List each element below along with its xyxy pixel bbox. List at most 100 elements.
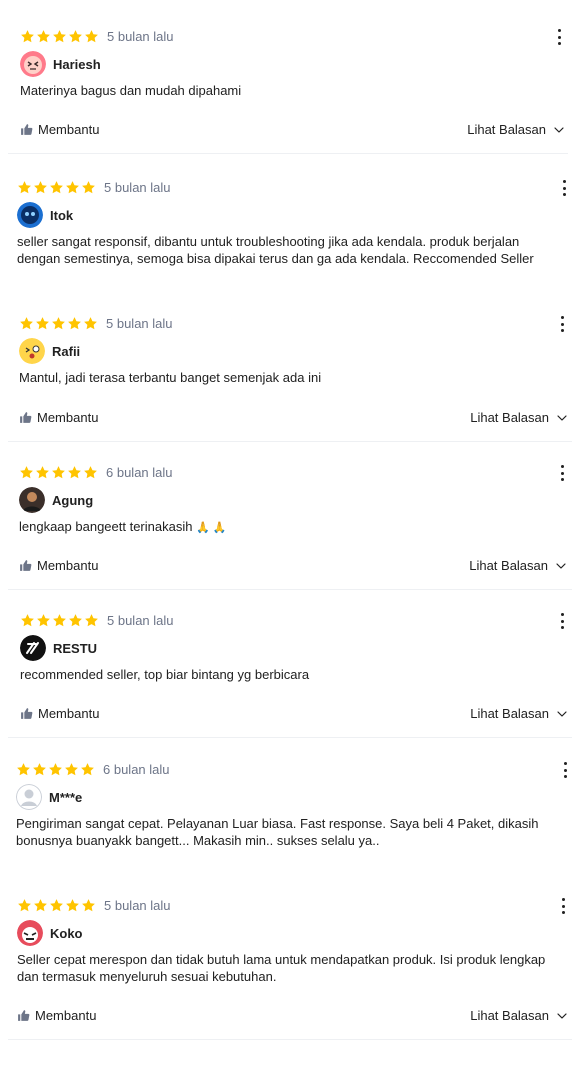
more-vertical-icon[interactable] [560, 613, 564, 629]
review-header: 5 bulan lalu [17, 898, 171, 913]
review-text: lengkaap bangeett terinakasih 🙏 🙏 [19, 518, 559, 537]
avatar [20, 51, 46, 77]
review-header: 5 bulan lalu [20, 29, 174, 44]
more-vertical-icon[interactable] [560, 465, 564, 481]
star-icon [49, 898, 64, 913]
reviewer: Koko [17, 920, 83, 946]
star-icon [67, 465, 82, 480]
review-text: Materinya bagus dan mudah dipahami [20, 83, 242, 98]
review-header: 5 bulan lalu [19, 316, 173, 331]
star-icon [84, 613, 99, 628]
divider [8, 441, 572, 442]
avatar [20, 635, 46, 661]
star-icon [84, 29, 99, 44]
star-icon [68, 29, 83, 44]
more-vertical-icon[interactable] [561, 898, 565, 914]
chevron-down-icon [553, 124, 565, 136]
reviewer: Agung [19, 487, 93, 513]
more-vertical-icon[interactable] [560, 316, 564, 332]
avatar [16, 784, 42, 810]
view-replies-button[interactable]: Lihat Balasan [470, 410, 568, 425]
helpful-button[interactable]: Membantu [17, 1008, 96, 1023]
more-vertical-icon[interactable] [562, 180, 566, 196]
thumbs-up-icon [20, 707, 33, 720]
reviewer-name: RESTU [53, 640, 98, 656]
star-icon [49, 180, 64, 195]
star-icon [81, 180, 96, 195]
helpful-label: Membantu [38, 122, 100, 137]
review-text: Pengiriman sangat cepat. Pelayanan Luar … [16, 816, 539, 848]
divider [8, 153, 568, 154]
review-header: 5 bulan lalu [20, 613, 174, 628]
star-icon [52, 29, 67, 44]
review-text: Seller cepat merespon dan tidak butuh la… [17, 952, 546, 984]
star-icon [35, 316, 50, 331]
view-replies-label: Lihat Balasan [470, 1008, 549, 1023]
thumbs-up-icon [19, 559, 32, 572]
avatar [17, 202, 43, 228]
star-icon [52, 613, 67, 628]
review-text-body: lengkaap bangeett terinakasih [19, 519, 193, 534]
star-icon [32, 762, 47, 777]
review-header: 6 bulan lalu [16, 762, 170, 777]
more-vertical-icon[interactable] [563, 762, 567, 778]
view-replies-label: Lihat Balasan [467, 122, 546, 137]
review-time: 5 bulan lalu [104, 180, 171, 195]
helpful-button[interactable]: Membantu [19, 410, 98, 425]
star-icon [64, 762, 79, 777]
reviewer: M***e [16, 784, 82, 810]
reviewer-name: Agung [52, 492, 94, 508]
thumbs-up-icon [17, 1009, 30, 1022]
chevron-down-icon [556, 412, 568, 424]
reviewer-name: Rafii [52, 343, 81, 359]
star-rating [20, 29, 99, 44]
reviewer-name: Hariesh [53, 56, 101, 72]
helpful-label: Membantu [35, 1008, 97, 1023]
star-icon [65, 180, 80, 195]
star-icon [67, 316, 82, 331]
review-time: 5 bulan lalu [107, 613, 174, 628]
star-icon [35, 465, 50, 480]
star-icon [83, 465, 98, 480]
review-text: recommended seller, top biar bintang yg … [20, 667, 310, 682]
star-rating [19, 316, 98, 331]
chevron-down-icon [555, 560, 567, 572]
divider [8, 1039, 572, 1040]
star-rating [17, 180, 96, 195]
helpful-label: Membantu [37, 558, 99, 573]
star-icon [83, 316, 98, 331]
helpful-button[interactable]: Membantu [20, 706, 99, 721]
star-icon [36, 29, 51, 44]
star-icon [17, 180, 32, 195]
view-replies-label: Lihat Balasan [470, 706, 549, 721]
view-replies-button[interactable]: Lihat Balasan [467, 122, 565, 137]
helpful-button[interactable]: Membantu [20, 122, 99, 137]
divider [8, 737, 572, 738]
helpful-button[interactable]: Membantu [19, 558, 98, 573]
star-icon [16, 762, 31, 777]
star-rating [17, 898, 96, 913]
reviewer: Itok [17, 202, 73, 228]
view-replies-button[interactable]: Lihat Balasan [469, 558, 567, 573]
more-vertical-icon[interactable] [557, 29, 561, 45]
review-text: Mantul, jadi terasa terbantu banget seme… [19, 370, 322, 385]
star-icon [65, 898, 80, 913]
avatar [17, 920, 43, 946]
review-header: 6 bulan lalu [19, 465, 173, 480]
star-icon [33, 180, 48, 195]
star-icon [33, 898, 48, 913]
review-time: 5 bulan lalu [106, 316, 173, 331]
view-replies-button[interactable]: Lihat Balasan [470, 706, 568, 721]
star-icon [81, 898, 96, 913]
star-icon [17, 898, 32, 913]
star-rating [20, 613, 99, 628]
helpful-label: Membantu [37, 410, 99, 425]
star-icon [19, 316, 34, 331]
view-replies-button[interactable]: Lihat Balasan [470, 1008, 568, 1023]
star-icon [48, 762, 63, 777]
reviewer-name: Koko [50, 925, 83, 941]
star-icon [68, 613, 83, 628]
reviewer-name: M***e [49, 789, 83, 805]
thumbs-up-icon [20, 123, 33, 136]
star-icon [20, 29, 35, 44]
